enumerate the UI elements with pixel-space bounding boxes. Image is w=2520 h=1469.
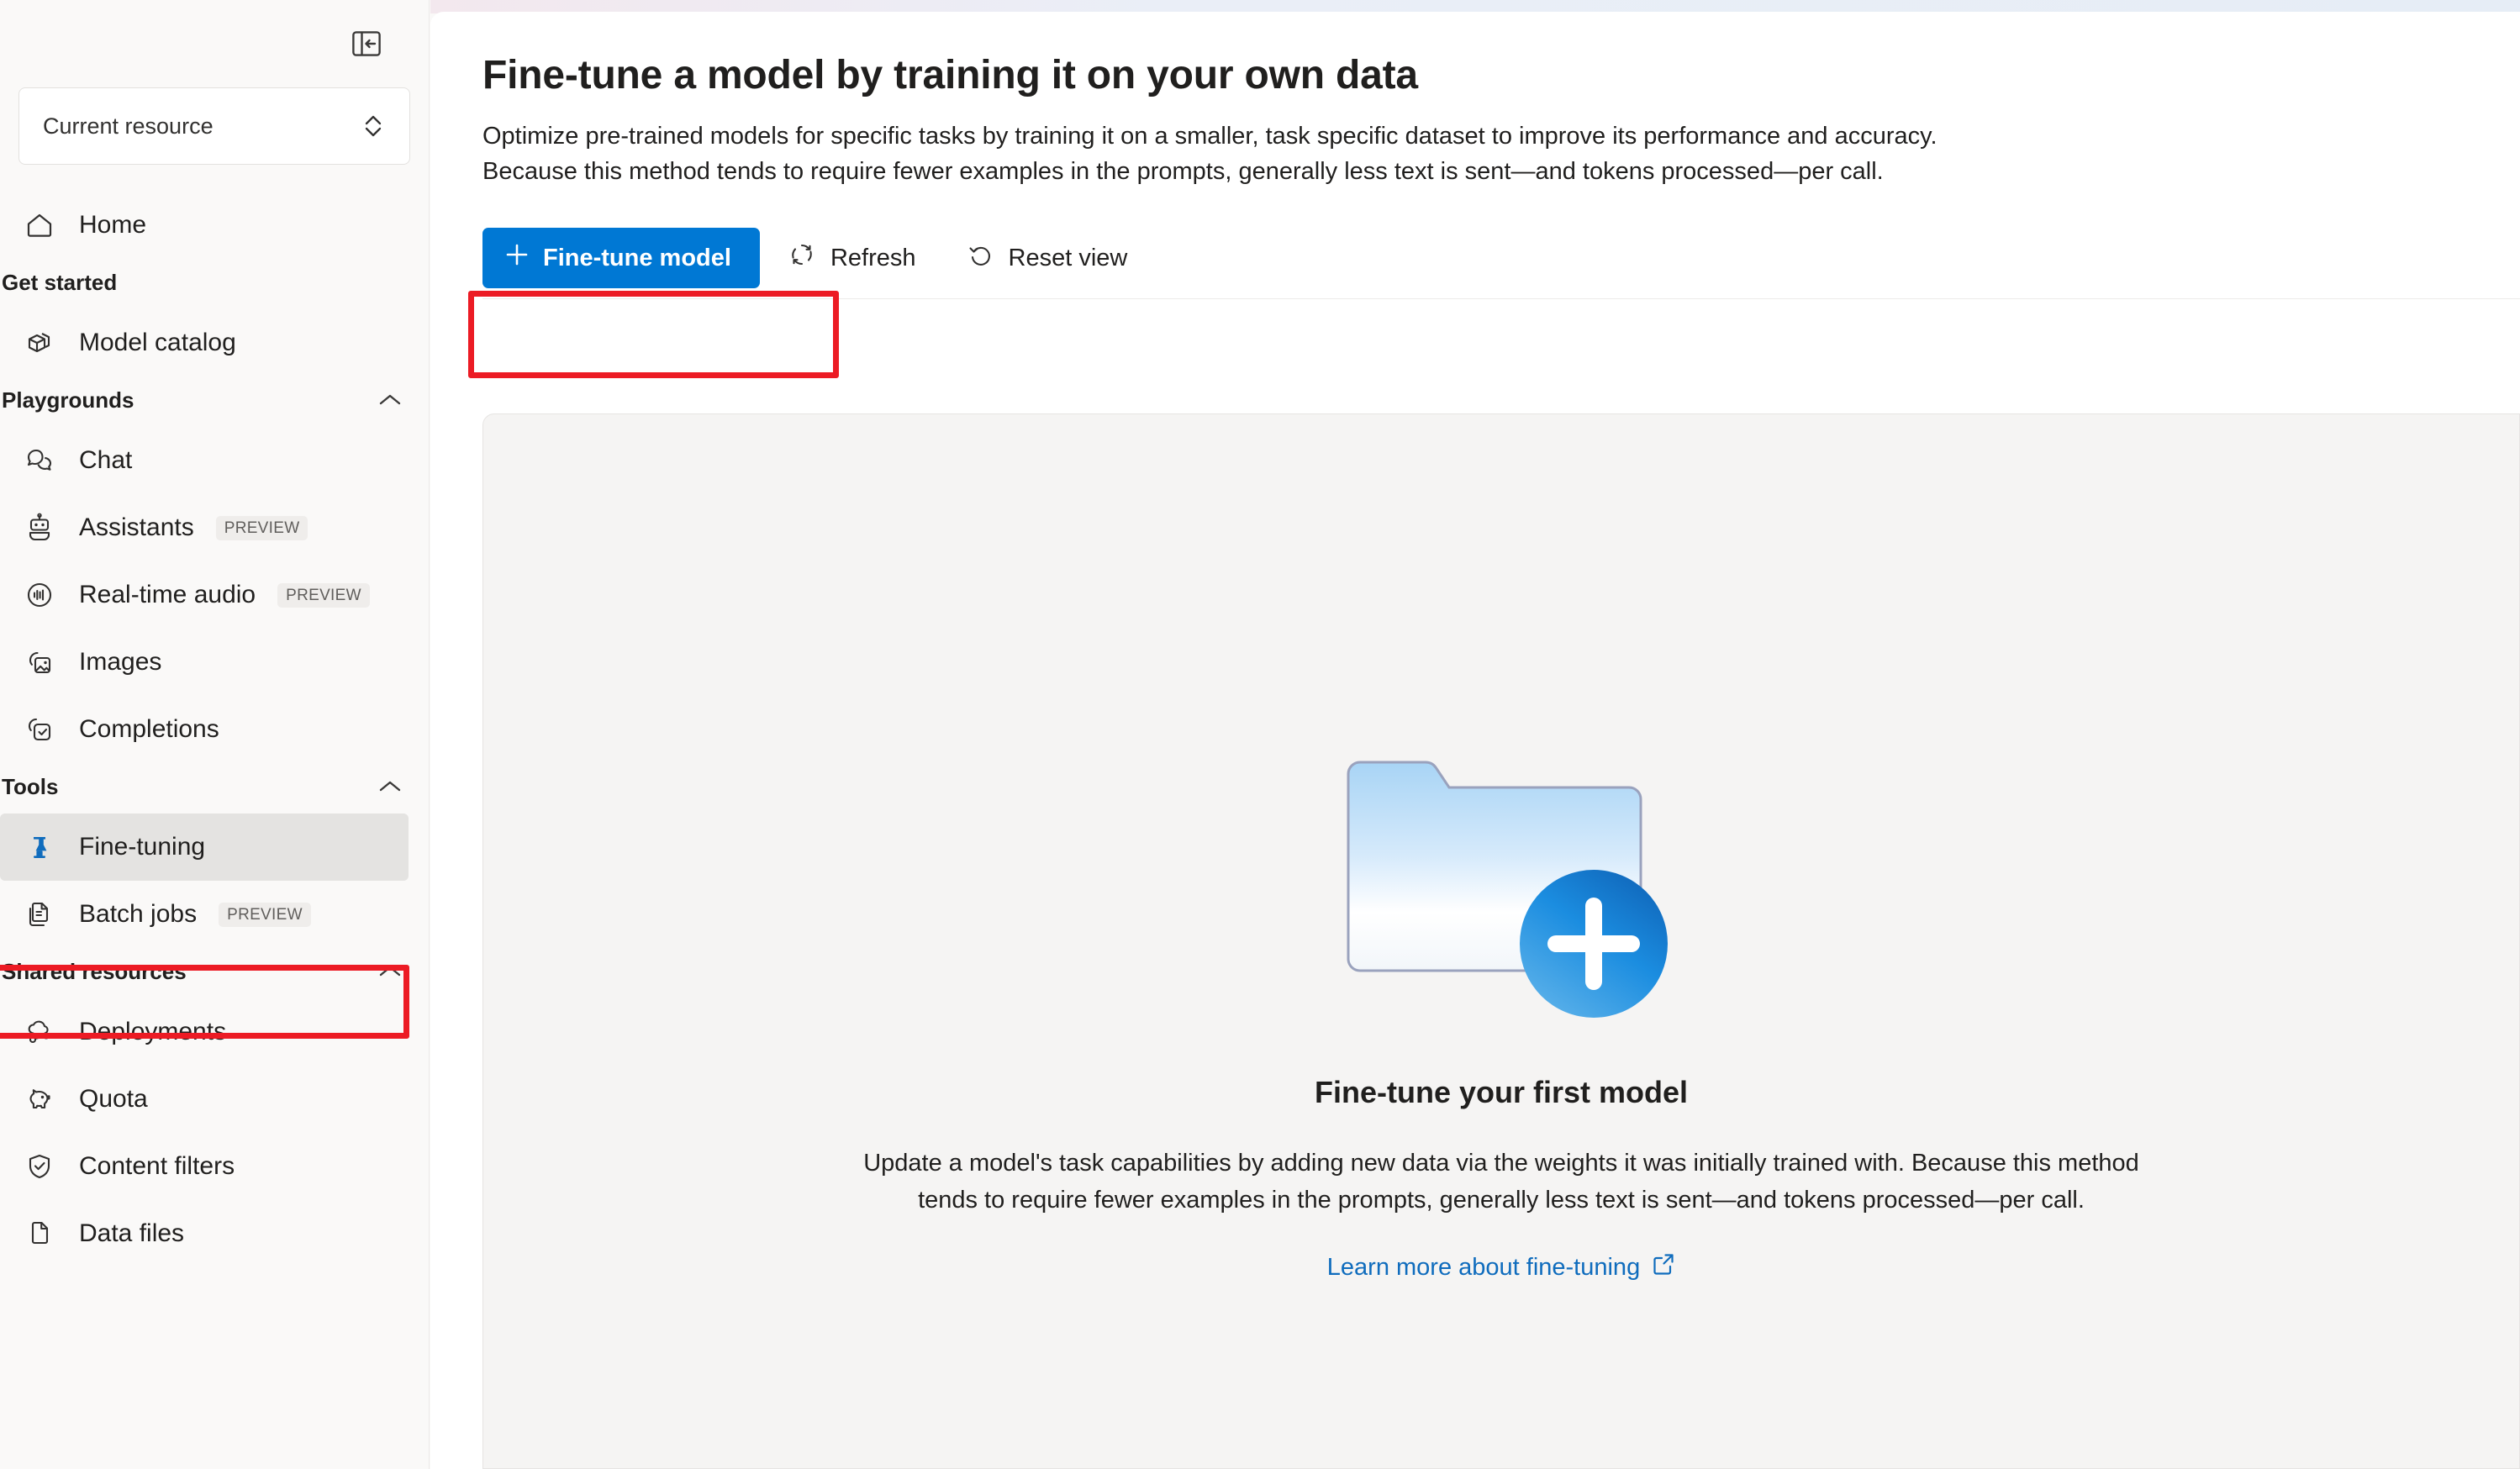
sidebar-item-deployments[interactable]: Deployments — [0, 998, 409, 1066]
sidebar-item-fine-tuning[interactable]: Fine-tuning — [0, 813, 409, 881]
cloud-deploy-icon — [22, 1014, 57, 1050]
folder-with-plus-illustration — [1316, 734, 1686, 1036]
sidebar-item-assistants[interactable]: Assistants PREVIEW — [0, 494, 409, 561]
current-resource-picker[interactable]: Current resource — [18, 87, 410, 165]
empty-state-text: Update a model's task capabilities by ad… — [863, 1150, 2139, 1214]
refresh-button[interactable]: Refresh — [767, 228, 938, 288]
refresh-icon — [788, 241, 815, 275]
piggy-bank-icon — [22, 1082, 57, 1117]
home-icon — [22, 208, 57, 243]
sidebar-item-label: Assistants — [79, 513, 194, 541]
sidebar-collapse-row — [0, 0, 429, 87]
chevron-up-icon — [370, 779, 410, 794]
shield-check-icon — [22, 1149, 57, 1184]
sidebar-item-completions[interactable]: Completions — [0, 696, 409, 763]
sidebar-section-get-started: Get started — [0, 259, 429, 306]
sidebar-item-label: Completions — [79, 715, 219, 743]
main-content: Fine-tune a model by training it on your… — [430, 12, 2520, 1469]
up-down-chevron-icon — [361, 112, 386, 140]
chevron-up-icon — [370, 392, 410, 408]
chevron-up-icon — [370, 964, 410, 979]
sidebar-item-label: Batch jobs — [79, 900, 198, 928]
sidebar-item-label: Quota — [79, 1085, 148, 1113]
reset-view-label: Reset view — [1008, 244, 1128, 271]
section-title-label: Get started — [2, 269, 118, 295]
sidebar-item-real-time-audio[interactable]: Real-time audio PREVIEW — [0, 561, 409, 629]
sidebar-section-playgrounds[interactable]: Playgrounds — [0, 376, 429, 424]
section-title-label: Tools — [2, 773, 59, 799]
sidebar-item-label: Chat — [79, 446, 133, 474]
empty-state-content: Fine-tune your first model Update a mode… — [483, 734, 2519, 1282]
section-title-label: Playgrounds — [2, 387, 134, 413]
sidebar-item-label: Content filters — [79, 1152, 235, 1180]
section-title-label: Shared resources — [2, 958, 187, 984]
sidebar-item-chat[interactable]: Chat — [0, 427, 409, 494]
page-title: Fine-tune a model by training it on your… — [482, 53, 1418, 97]
sidebar-item-label: Deployments — [79, 1018, 227, 1045]
plus-icon — [504, 242, 530, 274]
sidebar-item-label: Fine-tuning — [79, 833, 206, 861]
sidebar-item-label: Data files — [79, 1219, 185, 1247]
page-description: Optimize pre-trained models for specific… — [482, 123, 1937, 186]
audio-waveform-icon — [22, 577, 57, 613]
sidebar-item-label: Model catalog — [79, 329, 236, 356]
learn-more-label: Learn more about fine-tuning — [1326, 1253, 1641, 1281]
sidebar-nav: Home Get started Model catalog Playgroun… — [0, 165, 429, 1267]
sidebar-item-label: Images — [79, 648, 162, 676]
robot-icon — [22, 510, 57, 545]
sidebar-item-images[interactable]: Images — [0, 629, 409, 696]
empty-state-card: Fine-tune your first model Update a mode… — [482, 413, 2520, 1469]
chat-bubbles-icon — [22, 443, 57, 478]
current-resource-label: Current resource — [43, 113, 214, 139]
sidebar-item-content-filters[interactable]: Content filters — [0, 1133, 409, 1200]
batch-jobs-icon — [22, 897, 57, 932]
sidebar-section-shared-resources[interactable]: Shared resources — [0, 948, 429, 995]
sidebar-item-model-catalog[interactable]: Model catalog — [0, 309, 409, 376]
sidebar-item-batch-jobs[interactable]: Batch jobs PREVIEW — [0, 881, 409, 948]
learn-more-link[interactable]: Learn more about fine-tuning — [1327, 1252, 1675, 1282]
reset-icon — [967, 241, 994, 275]
completions-icon — [22, 712, 57, 747]
preview-badge: PREVIEW — [215, 515, 308, 540]
sidebar-item-quota[interactable]: Quota — [0, 1066, 409, 1133]
fine-tune-model-label: Fine-tune model — [543, 244, 731, 271]
preview-badge: PREVIEW — [277, 582, 370, 608]
reset-view-button[interactable]: Reset view — [945, 228, 1150, 288]
external-link-icon — [1652, 1252, 1675, 1282]
document-icon — [22, 1216, 57, 1251]
app-root: Current resource Home Get started Model … — [0, 0, 2520, 1469]
sidebar-item-home[interactable]: Home — [0, 192, 409, 259]
sidebar-item-label: Real-time audio — [79, 581, 256, 608]
fine-tuning-icon — [22, 829, 57, 865]
fine-tune-model-button[interactable]: Fine-tune model — [482, 228, 760, 289]
empty-state-title: Fine-tune your first model — [1314, 1075, 1689, 1109]
sidebar-item-data-files[interactable]: Data files — [0, 1200, 409, 1267]
sidebar: Current resource Home Get started Model … — [0, 0, 430, 1469]
refresh-label: Refresh — [830, 244, 916, 271]
sidebar-item-label: Home — [79, 211, 147, 239]
preview-badge: PREVIEW — [219, 902, 311, 927]
panel-collapse-icon[interactable] — [348, 25, 385, 62]
cube-icon — [22, 325, 57, 361]
image-icon — [22, 645, 57, 680]
command-toolbar: Fine-tune model Refresh Reset view — [482, 219, 2520, 299]
sidebar-section-tools[interactable]: Tools — [0, 763, 429, 810]
